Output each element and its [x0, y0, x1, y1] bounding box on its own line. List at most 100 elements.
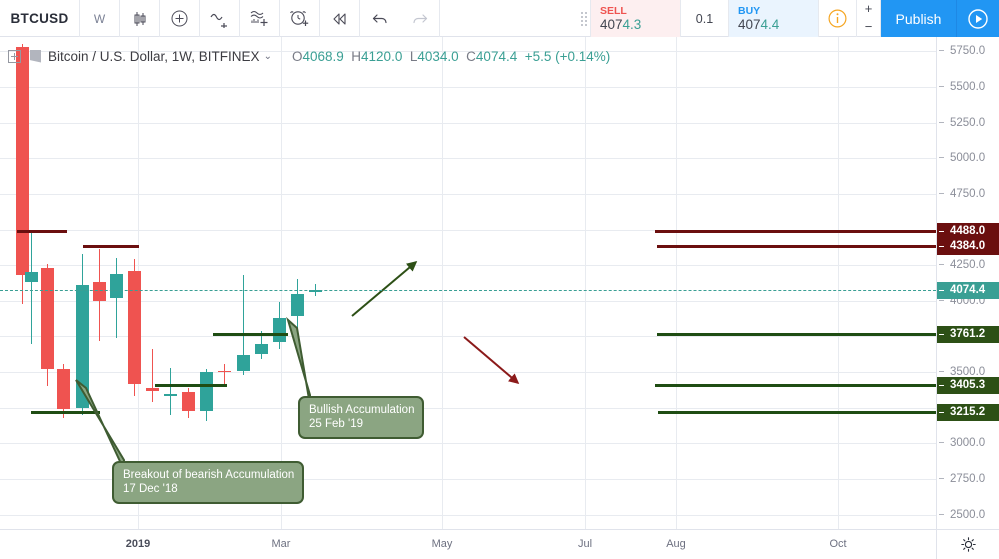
candle-body: [290, 293, 304, 317]
candle-body: [236, 355, 250, 372]
grid-line: [838, 37, 839, 529]
undo-icon[interactable]: [360, 0, 400, 37]
resistance-line[interactable]: [83, 244, 139, 248]
grid-line: [0, 158, 936, 160]
quantity-stepper[interactable]: + −: [857, 0, 881, 36]
buy-price: 4074.4: [738, 17, 780, 32]
grid-line: [0, 193, 936, 195]
resistance-line[interactable]: [17, 229, 67, 233]
price-tick: 5500.0: [937, 80, 999, 94]
alert-clock-icon[interactable]: [280, 0, 320, 37]
candle-wick: [30, 232, 32, 344]
publish-button[interactable]: Publish: [881, 0, 957, 37]
price-scale[interactable]: 5750.0 5500.0 5250.0 5000.0 4750.0 4250.0 4000…: [936, 37, 999, 529]
sell-price: 4074.3: [600, 17, 642, 32]
flag-icon: [30, 49, 41, 63]
time-scale[interactable]: 2019 Mar May Jul Aug Oct: [0, 529, 936, 559]
candlestick: [181, 387, 195, 418]
page-title[interactable]: Bitcoin / U.S. Dollar, 1W, BITFINEX: [48, 49, 260, 64]
grid-line: [0, 514, 936, 516]
candlestick: [217, 363, 231, 387]
candle-body: [40, 268, 54, 370]
price-tick: 4750.0: [937, 187, 999, 201]
sell-button[interactable]: SELL 4074.3: [591, 0, 681, 37]
grid-line: [585, 37, 586, 529]
info-icon[interactable]: [819, 0, 857, 37]
redo-icon[interactable]: [400, 0, 440, 37]
candle-body: [181, 392, 195, 411]
candlestick: [272, 302, 286, 350]
bearish-arrow[interactable]: [463, 336, 520, 385]
buy-label: BUY: [738, 5, 761, 17]
resistance-line[interactable]: [655, 229, 936, 233]
play-icon[interactable]: [957, 0, 999, 37]
templates-icon[interactable]: [240, 0, 280, 37]
support-line[interactable]: [155, 384, 227, 388]
change-value: +5.5 (+0.14%): [524, 48, 611, 64]
expand-icon[interactable]: [8, 49, 21, 63]
support-line[interactable]: [658, 411, 936, 415]
support-line[interactable]: [655, 384, 936, 388]
interval-button[interactable]: W: [80, 0, 120, 37]
annotation-text-line1: Bullish Accumulation: [309, 404, 415, 416]
candle-body: [199, 372, 213, 411]
price-badge[interactable]: 4074.4: [937, 281, 999, 299]
annotation-text-line2: 17 Dec '18: [123, 483, 178, 495]
price-tick: 5000.0: [937, 151, 999, 165]
candle-body: [127, 270, 141, 384]
candlestick: [145, 349, 159, 403]
chevron-down-icon[interactable]: ⌄: [264, 51, 272, 62]
price-badge[interactable]: 3761.2: [937, 326, 999, 344]
top-toolbar: BTCUSD W SELL 4074.3 0.1 BUY 4074.4 + − …: [0, 0, 999, 37]
time-tick: Aug: [666, 538, 686, 550]
candle-type-icon[interactable]: [120, 0, 160, 37]
resistance-line[interactable]: [657, 244, 936, 248]
add-compare-icon[interactable]: [160, 0, 200, 37]
candle-body: [163, 393, 177, 397]
annotation-text-line1: Breakout of bearish Accumulation: [123, 469, 295, 481]
tradingview-chart-app: BTCUSD W SELL 4074.3 0.1 BUY 4074.4 + − …: [0, 0, 999, 559]
price-badge[interactable]: 4384.0: [937, 237, 999, 255]
candle-wick: [151, 349, 153, 403]
decrease-quantity-button[interactable]: −: [865, 18, 873, 36]
candle-body: [272, 317, 286, 343]
candle-body: [217, 370, 231, 373]
price-tick: 5750.0: [937, 44, 999, 58]
annotation-text-line2: 25 Feb '19: [309, 418, 363, 430]
grid-line: [0, 86, 936, 88]
candle-body: [75, 285, 89, 408]
quantity-input[interactable]: 0.1: [681, 0, 729, 37]
time-tick: Mar: [271, 538, 291, 550]
candle-body: [254, 343, 268, 354]
time-tick: Jul: [577, 538, 593, 550]
grid-line: [442, 37, 443, 529]
support-line[interactable]: [31, 411, 100, 415]
price-badge[interactable]: 3405.3: [937, 377, 999, 395]
chart-canvas[interactable]: Breakout of bearish Accumulation 17 Dec '…: [0, 37, 936, 529]
grid-line: [0, 443, 936, 445]
support-line[interactable]: [213, 333, 288, 337]
time-tick: Oct: [829, 538, 847, 550]
support-line[interactable]: [657, 333, 936, 337]
settings-gear-icon[interactable]: [936, 529, 999, 559]
increase-quantity-button[interactable]: +: [865, 0, 873, 18]
trading-panel-drag-handle[interactable]: [577, 0, 591, 37]
price-tick: 2500.0: [937, 508, 999, 522]
candle-wick: [169, 367, 171, 415]
bullish-arrow[interactable]: [351, 260, 418, 317]
price-tick: 4250.0: [937, 258, 999, 272]
price-tick: 2750.0: [937, 472, 999, 486]
candle-body: [24, 272, 38, 283]
buy-button[interactable]: BUY 4074.4: [729, 0, 819, 37]
replay-icon[interactable]: [320, 0, 360, 37]
indicators-icon[interactable]: [200, 0, 240, 37]
breakout-label[interactable]: Breakout of bearish Accumulation 17 Dec '…: [112, 461, 305, 504]
candlestick: [92, 249, 106, 341]
candlestick: [56, 363, 70, 418]
price-badge[interactable]: 3215.2: [937, 404, 999, 422]
candlestick: [24, 232, 38, 344]
symbol-button[interactable]: BTCUSD: [0, 0, 80, 37]
price-tick: 3000.0: [937, 436, 999, 450]
bullish-label[interactable]: Bullish Accumulation 25 Feb '19: [298, 396, 425, 439]
